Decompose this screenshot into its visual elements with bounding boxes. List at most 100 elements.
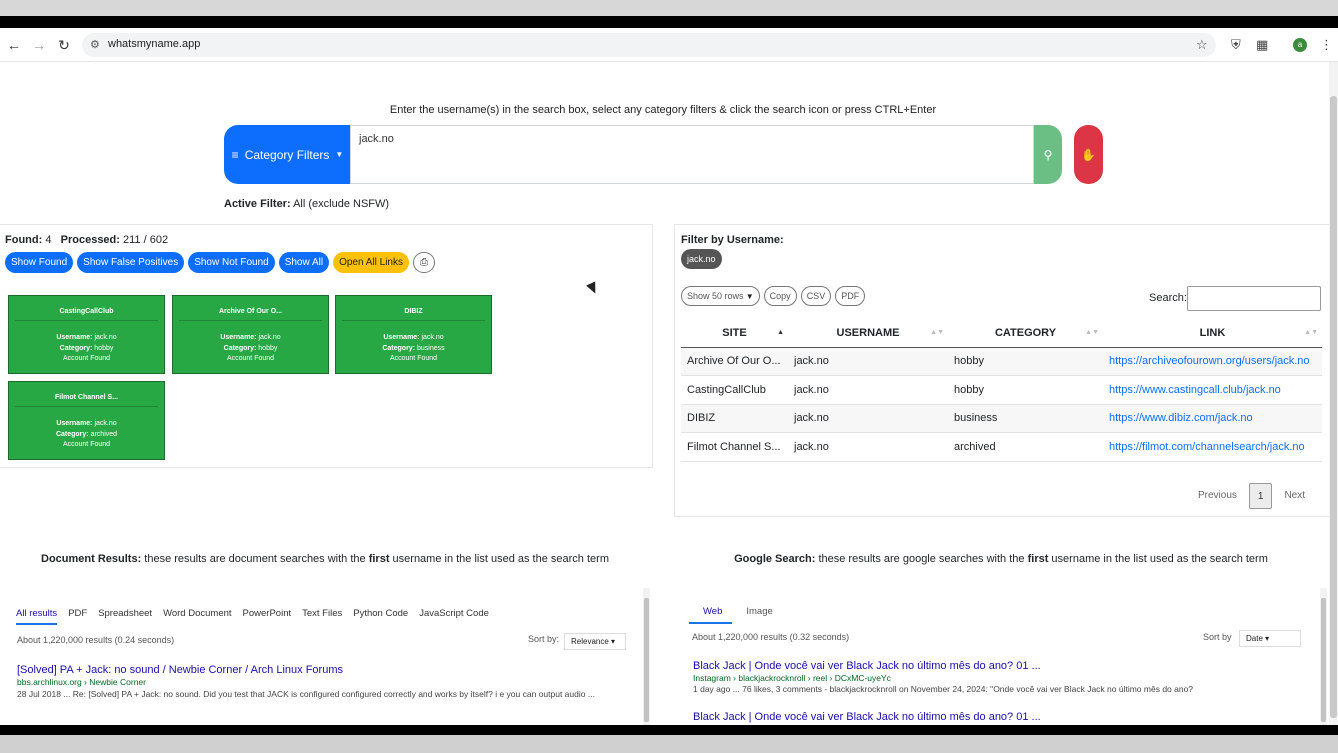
pdf-button[interactable]: PDF	[835, 286, 866, 306]
profile-avatar[interactable]: a	[1293, 38, 1307, 52]
document-scroll-thumb[interactable]	[644, 598, 649, 722]
page-scrollbar[interactable]	[1329, 62, 1338, 725]
next-page-button[interactable]: Next	[1276, 483, 1313, 509]
card-title: Archive Of Our O...	[218, 308, 282, 315]
show-rows-select[interactable]: Show 50 rows ▼	[681, 286, 760, 306]
csv-button[interactable]: CSV	[800, 286, 832, 306]
stop-button[interactable]: ✋	[1074, 125, 1103, 184]
arrow-right-icon[interactable]: →	[31, 37, 47, 53]
profile-link[interactable]: https://archiveofourown.org/users/jack.n…	[1109, 355, 1310, 367]
tab-spreadsheet[interactable]: Spreadsheet	[98, 608, 152, 625]
browser-toolbar: ← → ↻ ⚙ whatsmyname.app ☆ ⛨ ▦ a ⋮	[0, 28, 1338, 62]
active-filter: Active Filter: All (exclude NSFW)	[224, 198, 389, 210]
url-text[interactable]: whatsmyname.app	[108, 38, 200, 50]
print-icon[interactable]: ⎙	[413, 252, 435, 273]
profile-link[interactable]: https://www.castingcall.club/jack.no	[1109, 384, 1281, 396]
show-found-button[interactable]: Show Found	[5, 252, 74, 273]
cell-category: hobby	[948, 375, 1103, 405]
username-search-input[interactable]: jack.no	[350, 125, 1034, 184]
cell-category: business	[948, 404, 1103, 434]
arrow-left-icon[interactable]: ←	[6, 37, 22, 53]
profile-link[interactable]: https://filmot.com/channelsearch/jack.no	[1109, 441, 1305, 453]
google-heading-label: Google Search:	[734, 553, 816, 565]
card-username-label: Username:	[56, 420, 93, 427]
show-false-positives-button[interactable]: Show False Positives	[77, 252, 185, 273]
card-status: Account Found	[62, 355, 111, 362]
username-filter-chip[interactable]: jack.no	[681, 249, 722, 269]
document-tabs: All results PDF Spreadsheet Word Documen…	[16, 608, 489, 625]
extensions-icon[interactable]: ▦	[1256, 37, 1268, 53]
tab-all-results[interactable]: All results	[16, 608, 58, 625]
tab-powerpoint[interactable]: PowerPoint	[243, 608, 292, 625]
window-frame-top	[0, 16, 1338, 28]
tab-pdf[interactable]: PDF	[68, 608, 87, 625]
column-header-site[interactable]: SITE ▲	[681, 320, 788, 348]
document-frame-scrollbar[interactable]	[643, 588, 650, 725]
card-username: jack.no	[258, 334, 281, 341]
address-bar[interactable]: ⚙ whatsmyname.app	[82, 33, 1216, 57]
column-header-category[interactable]: CATEGORY ▲▼	[948, 320, 1103, 348]
tab-python-code[interactable]: Python Code	[353, 608, 408, 625]
previous-page-button[interactable]: Previous	[1190, 483, 1245, 509]
google-result-title-2[interactable]: Black Jack | Onde você vai ver Black Jac…	[693, 711, 1041, 723]
column-header-username[interactable]: USERNAME ▲▼	[788, 320, 948, 348]
document-result-url[interactable]: bbs.archlinux.org › Newbie Corner	[17, 677, 146, 687]
page-1-button[interactable]: 1	[1248, 483, 1273, 509]
found-count: 4	[45, 234, 52, 246]
cell-username: jack.no	[788, 404, 948, 434]
page-scroll-thumb[interactable]	[1330, 96, 1337, 718]
document-heading-text: these results are document searches with…	[141, 553, 369, 565]
tab-text-files[interactable]: Text Files	[302, 608, 342, 625]
shield-icon[interactable]: ⛨	[1231, 37, 1241, 53]
result-card[interactable]: Archive Of Our O... Username: jack.no Ca…	[172, 295, 329, 374]
google-result-url[interactable]: Instagram › blackjackrocknroll › reel › …	[693, 673, 891, 683]
column-header-label: CATEGORY	[994, 327, 1057, 340]
tab-javascript-code[interactable]: JavaScript Code	[419, 608, 489, 625]
google-heading-text: these results are google searches with t…	[815, 553, 1028, 565]
cell-category: archived	[948, 432, 1103, 462]
menu-dots-icon[interactable]: ⋮	[1320, 37, 1333, 53]
table-search-input[interactable]	[1187, 286, 1321, 311]
result-card[interactable]: Filmot Channel S... Username: jack.no Ca…	[8, 381, 165, 460]
search-button[interactable]: ⚲	[1034, 125, 1062, 184]
google-scroll-thumb[interactable]	[1321, 598, 1326, 722]
cell-site: DIBIZ	[681, 404, 788, 434]
google-tabs: Web Image	[689, 606, 773, 624]
show-rows-label: Show 50 rows	[687, 291, 744, 301]
document-heading-text-end: username in the list used as the search …	[389, 553, 609, 565]
tab-image[interactable]: Image	[746, 606, 772, 624]
google-heading-text-end: username in the list used as the search …	[1048, 553, 1268, 565]
card-divider	[15, 406, 158, 407]
show-all-button[interactable]: Show All	[278, 252, 330, 273]
document-sort-label: Sort by:	[528, 634, 560, 644]
google-frame-scrollbar[interactable]	[1320, 588, 1327, 725]
reload-icon[interactable]: ↻	[56, 37, 72, 53]
caret-down-icon: ▼	[335, 150, 344, 159]
tab-web[interactable]: Web	[689, 606, 733, 624]
processed-label: Processed:	[60, 234, 120, 246]
cell-username: jack.no	[788, 375, 948, 405]
result-card[interactable]: DIBIZ Username: jack.no Category: busine…	[335, 295, 492, 374]
google-sort-select[interactable]: Date ▾	[1239, 630, 1301, 647]
copy-button[interactable]: Copy	[763, 286, 797, 306]
card-category-label: Category:	[59, 344, 93, 352]
result-card[interactable]: CastingCallClub Username: jack.no Catego…	[8, 295, 165, 374]
magnifier-icon: ⚲	[1043, 147, 1053, 162]
table-tools: Show 50 rows ▼ Copy CSV PDF	[681, 286, 866, 306]
document-result-title[interactable]: [Solved] PA + Jack: no sound / Newbie Co…	[17, 664, 343, 676]
username-query[interactable]: jack.no	[359, 133, 394, 145]
google-result-title[interactable]: Black Jack | Onde você vai ver Black Jac…	[693, 660, 1041, 672]
column-header-link[interactable]: LINK ▲▼	[1103, 320, 1322, 348]
window-top-band	[0, 0, 1338, 16]
site-settings-icon[interactable]: ⚙	[90, 38, 100, 51]
category-filters-button[interactable]: ≡ Category Filters ▼	[224, 125, 351, 184]
table-row: Filmot Channel S... jack.no archived htt…	[681, 432, 1322, 462]
profile-link[interactable]: https://www.dibiz.com/jack.no	[1109, 412, 1253, 424]
show-not-found-button[interactable]: Show Not Found	[188, 252, 275, 273]
tab-word-document[interactable]: Word Document	[163, 608, 231, 625]
card-category: hobby	[258, 344, 278, 352]
open-all-links-button[interactable]: Open All Links	[333, 252, 409, 273]
cell-link: https://www.dibiz.com/jack.no	[1103, 404, 1322, 434]
bookmark-star-icon[interactable]: ☆	[1196, 37, 1208, 53]
document-sort-select[interactable]: Relevance ▾	[564, 633, 626, 650]
